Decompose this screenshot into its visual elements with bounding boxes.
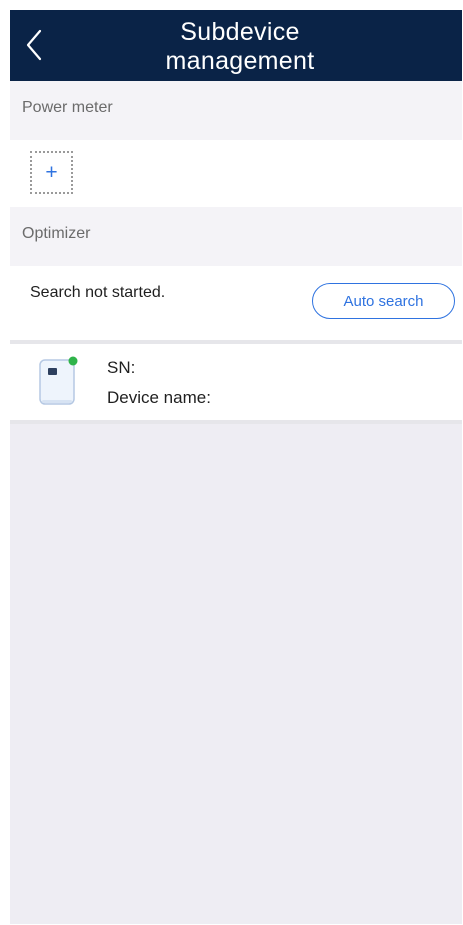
device-sn: SN: (107, 358, 136, 377)
list-bottom-divider (10, 420, 462, 424)
auto-search-button[interactable]: Auto search (312, 283, 455, 319)
device-list-item[interactable]: SN: Device name: (10, 344, 462, 420)
app-screen: Subdevice management Power meter + Optim… (10, 10, 462, 924)
title-bar: Subdevice management (10, 10, 462, 81)
power-meter-row: + (10, 140, 462, 207)
auto-search-label: Auto search (343, 292, 424, 310)
power-meter-section-header: Power meter (10, 81, 462, 140)
status-dot (68, 356, 78, 366)
chevron-left-icon (26, 29, 42, 61)
page-title: Subdevice management (165, 18, 315, 75)
device-name: Device name: (107, 388, 211, 407)
optimizer-label: Optimizer (22, 225, 91, 242)
power-meter-label: Power meter (22, 99, 113, 116)
add-power-meter-button[interactable]: + (30, 151, 73, 194)
inverter-device-icon (39, 356, 78, 405)
optimizer-section-header: Optimizer (10, 207, 462, 266)
search-status-text: Search not started. (30, 284, 166, 301)
plus-icon: + (45, 160, 58, 184)
optimizer-search-row: Search not started. Auto search (10, 266, 462, 340)
back-button[interactable] (22, 26, 48, 64)
